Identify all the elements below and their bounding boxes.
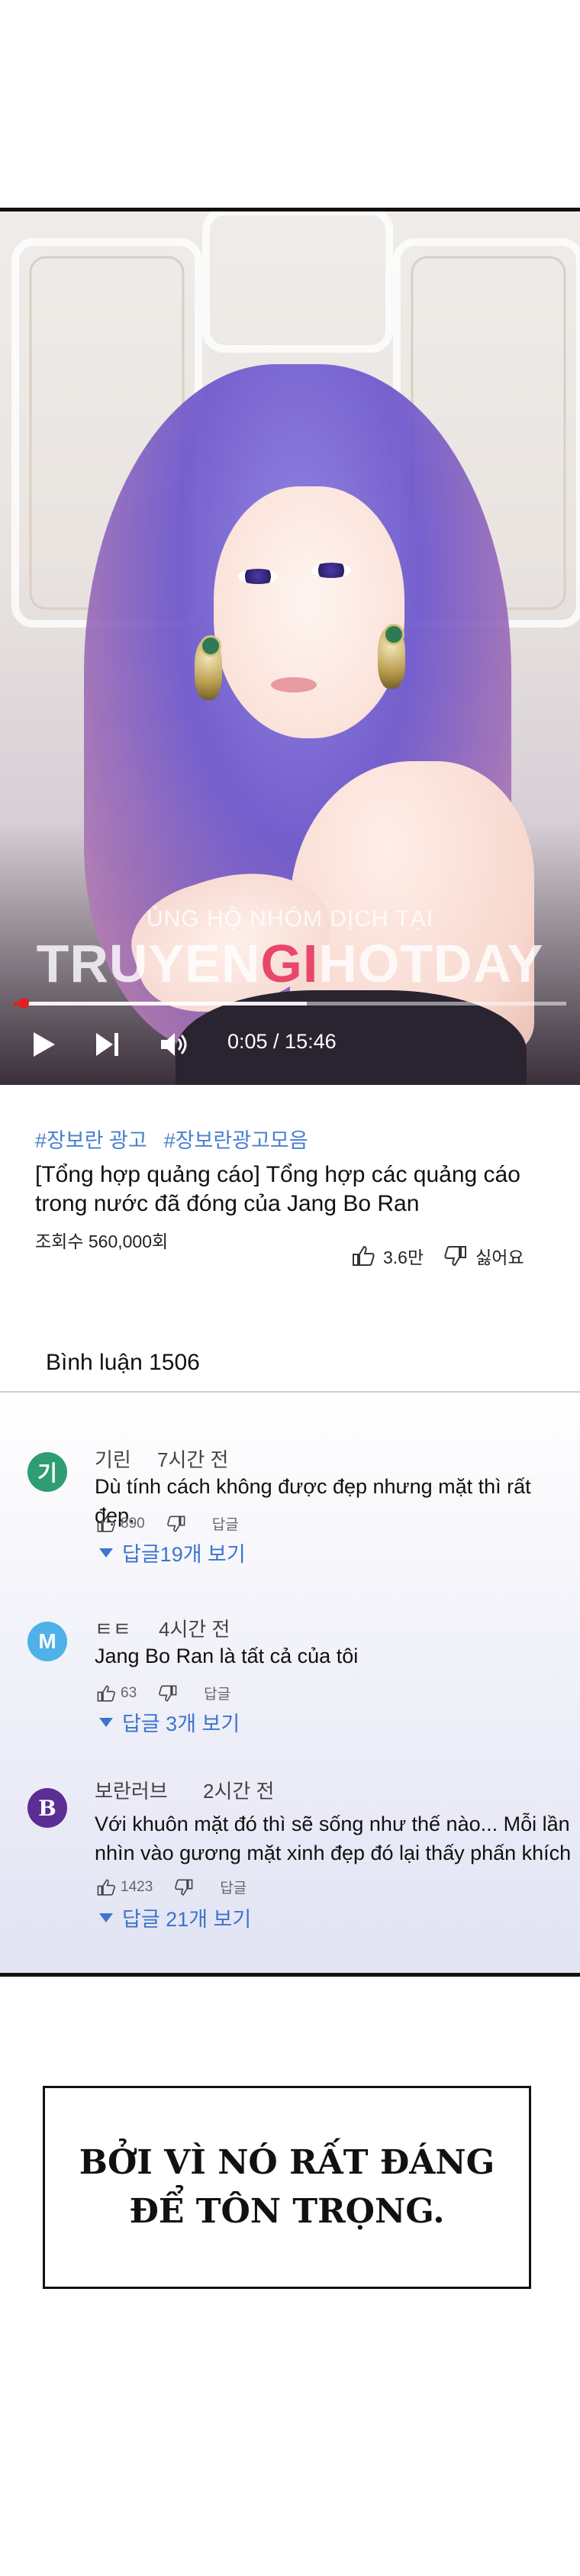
comment-text: Jang Bo Ran là tất cả của tôi bbox=[95, 1645, 359, 1667]
character-lips bbox=[271, 677, 317, 692]
like-dislike-bar: 3.6만 싫어요 bbox=[351, 1243, 524, 1269]
time-display: 0:05 / 15:46 bbox=[227, 1030, 337, 1053]
comment-list: 기 기린 7시간 전 Dù tính cách không được đẹp n… bbox=[0, 1393, 580, 1973]
avatar[interactable]: B bbox=[27, 1788, 67, 1828]
panel-bottom-border bbox=[0, 1973, 580, 1977]
comment-user[interactable]: 보란러브 bbox=[95, 1776, 168, 1804]
caption-box: BỞI VÌ NÓ RẤT ĐÁNG ĐỂ TÔN TRỌNG. bbox=[43, 2086, 531, 2289]
thumbs-down-icon[interactable] bbox=[158, 1683, 178, 1703]
player-controls: 0:05 / 15:46 bbox=[0, 1021, 580, 1074]
next-icon[interactable] bbox=[90, 1027, 125, 1062]
reply-button[interactable]: 답글 bbox=[220, 1877, 246, 1897]
comment-time: 4시간 전 bbox=[159, 1618, 230, 1641]
thumbs-up-icon[interactable] bbox=[96, 1877, 116, 1897]
character-face bbox=[214, 486, 404, 738]
character-eye-right bbox=[311, 563, 351, 578]
comment-like-count: 63 bbox=[121, 1684, 137, 1701]
progress-knob[interactable] bbox=[18, 998, 29, 1009]
avatar[interactable]: 기 bbox=[27, 1452, 67, 1492]
thumbs-down-icon[interactable] bbox=[174, 1877, 194, 1897]
view-count: 조회수 560,000회 bbox=[35, 1232, 169, 1251]
video-title: [Tổng hợp quảng cáo] Tổng hợp các quảng … bbox=[35, 1162, 520, 1216]
thumbs-down-icon[interactable] bbox=[166, 1514, 186, 1534]
like-count: 3.6만 bbox=[383, 1248, 424, 1267]
caret-down-icon bbox=[99, 1913, 113, 1922]
earring-gem-left bbox=[200, 635, 221, 657]
video-player[interactable]: ỦNG HỘ NHÓM DỊCH TẠI TRUYENGIHOTDAY 0:05… bbox=[0, 211, 580, 1085]
dislike-label: 싫어요 bbox=[475, 1248, 524, 1267]
comment-actions: 63 답글 bbox=[96, 1683, 230, 1703]
earring-gem-right bbox=[383, 624, 404, 645]
caption-line-2: ĐỂ TÔN TRỌNG. bbox=[129, 2192, 445, 2231]
view-replies-link[interactable]: 답글 3개 보기 bbox=[99, 1707, 240, 1737]
tag-link[interactable]: #장보란광고모음 bbox=[164, 1129, 308, 1152]
avatar[interactable]: M bbox=[27, 1622, 67, 1661]
caret-down-icon bbox=[99, 1548, 113, 1558]
comment-like-count: 1423 bbox=[121, 1878, 153, 1895]
thumbs-up-icon[interactable] bbox=[96, 1514, 116, 1534]
comment-count: Bình luận 1506 bbox=[46, 1350, 200, 1375]
progress-bar[interactable] bbox=[14, 998, 566, 1009]
reply-button[interactable]: 답글 bbox=[204, 1683, 230, 1703]
caret-down-icon bbox=[99, 1717, 113, 1727]
thumbs-down-icon[interactable] bbox=[443, 1244, 468, 1268]
video-tags: #장보란 광고 #장보란광고모음 bbox=[35, 1124, 325, 1154]
comment-user[interactable]: ㅌㅌ bbox=[95, 1614, 131, 1642]
comment-like-count: 890 bbox=[121, 1515, 145, 1532]
view-replies-link[interactable]: 답글19개 보기 bbox=[99, 1538, 246, 1567]
reply-button[interactable]: 답글 bbox=[212, 1513, 239, 1534]
volume-icon[interactable] bbox=[157, 1027, 192, 1062]
comment-time: 7시간 전 bbox=[157, 1448, 229, 1471]
comment-user[interactable]: 기린 bbox=[95, 1445, 131, 1473]
comment-actions: 890 답글 bbox=[96, 1513, 239, 1534]
caption-line-1: BỞI VÌ NÓ RẤT ĐÁNG bbox=[79, 2143, 495, 2182]
thumbs-up-icon[interactable] bbox=[351, 1244, 375, 1268]
comment-actions: 1423 답글 bbox=[96, 1877, 246, 1897]
comment-time: 2시간 전 bbox=[203, 1780, 275, 1803]
thumbs-up-icon[interactable] bbox=[96, 1683, 116, 1703]
comment-text: Với khuôn mặt đó thì sẽ sống như thế nào… bbox=[95, 1813, 572, 1864]
watermark-line1: ỦNG HỘ NHÓM DỊCH TẠI bbox=[146, 906, 434, 931]
watermark-logo: TRUYENGIHOTDAY bbox=[36, 934, 544, 993]
play-icon[interactable] bbox=[26, 1027, 61, 1062]
tag-link[interactable]: #장보란 광고 bbox=[35, 1129, 147, 1152]
character-eye-left bbox=[238, 569, 278, 584]
progress-buffered bbox=[14, 1002, 307, 1006]
view-replies-link[interactable]: 답글 21개 보기 bbox=[99, 1903, 251, 1932]
